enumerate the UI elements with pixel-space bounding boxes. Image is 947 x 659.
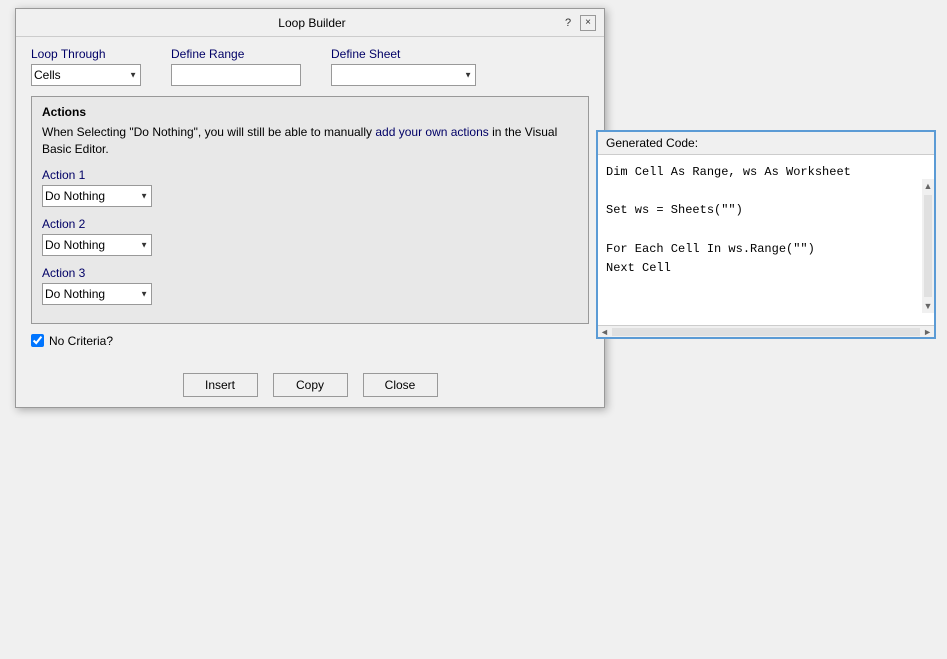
actions-description: When Selecting "Do Nothing", you will st… — [42, 124, 578, 158]
loop-through-select[interactable]: Cells Rows Columns — [31, 64, 141, 86]
define-range-group: Define Range — [171, 47, 301, 86]
close-button-bottom[interactable]: Close — [363, 373, 438, 397]
action2-select[interactable]: Do Nothing Select Cell Copy Cell Delete … — [42, 234, 152, 256]
no-criteria-checkbox[interactable] — [31, 334, 44, 347]
code-wrapper: Dim Cell As Range, ws As Worksheet Set w… — [598, 155, 934, 325]
define-range-label: Define Range — [171, 47, 301, 61]
dialog-titlebar: Loop Builder ? × — [16, 9, 604, 37]
define-sheet-select[interactable] — [331, 64, 476, 86]
insert-button[interactable]: Insert — [183, 373, 258, 397]
dialog-body: Loop Through Cells Rows Columns Define R… — [16, 37, 604, 368]
loop-through-select-wrapper: Cells Rows Columns — [31, 64, 141, 86]
description-highlight: add your own actions — [375, 125, 488, 139]
generated-code-content: Dim Cell As Range, ws As Worksheet Set w… — [598, 155, 934, 325]
action3-select-wrapper: Do Nothing Select Cell Copy Cell Delete … — [42, 283, 152, 305]
scroll-thumb-horizontal[interactable] — [612, 328, 920, 336]
loop-through-label: Loop Through — [31, 47, 141, 61]
actions-title: Actions — [42, 105, 578, 119]
action3-label: Action 3 — [42, 266, 578, 280]
define-range-input[interactable] — [171, 64, 301, 86]
action3-row: Action 3 Do Nothing Select Cell Copy Cel… — [42, 266, 578, 305]
action1-select[interactable]: Do Nothing Select Cell Copy Cell Delete … — [42, 185, 152, 207]
dialog-container: Loop Builder ? × Loop Through Cells Rows… — [15, 8, 605, 408]
define-sheet-select-wrapper — [331, 64, 476, 86]
scroll-thumb-vertical[interactable] — [924, 195, 932, 297]
copy-button[interactable]: Copy — [273, 373, 348, 397]
action3-select[interactable]: Do Nothing Select Cell Copy Cell Delete … — [42, 283, 152, 305]
top-fields-row: Loop Through Cells Rows Columns Define R… — [31, 47, 589, 86]
scroll-left-arrow[interactable]: ◄ — [600, 327, 609, 337]
action2-row: Action 2 Do Nothing Select Cell Copy Cel… — [42, 217, 578, 256]
scroll-up-arrow[interactable]: ▲ — [922, 179, 935, 193]
define-sheet-label: Define Sheet — [331, 47, 476, 61]
action2-select-wrapper: Do Nothing Select Cell Copy Cell Delete … — [42, 234, 152, 256]
no-criteria-row: No Criteria? — [31, 334, 589, 348]
generated-code-header: Generated Code: — [598, 132, 934, 155]
scroll-right-arrow[interactable]: ► — [923, 327, 932, 337]
description-text1: When Selecting "Do Nothing", you will st… — [42, 125, 375, 139]
define-sheet-group: Define Sheet — [331, 47, 476, 86]
horizontal-scrollbar: ◄ ► — [598, 325, 934, 337]
dialog-controls: ? × — [560, 15, 596, 31]
action1-row: Action 1 Do Nothing Select Cell Copy Cel… — [42, 168, 578, 207]
generated-code-text: Dim Cell As Range, ws As Worksheet Set w… — [598, 155, 934, 325]
action2-label: Action 2 — [42, 217, 578, 231]
action1-select-wrapper: Do Nothing Select Cell Copy Cell Delete … — [42, 185, 152, 207]
loop-through-group: Loop Through Cells Rows Columns — [31, 47, 141, 86]
help-button[interactable]: ? — [560, 15, 576, 31]
actions-section: Actions When Selecting "Do Nothing", you… — [31, 96, 589, 324]
bottom-buttons: Insert Copy Close — [16, 368, 604, 407]
loop-builder-dialog: Loop Builder ? × Loop Through Cells Rows… — [15, 8, 605, 408]
vertical-scrollbar: ▲ ▼ — [922, 179, 934, 313]
no-criteria-label: No Criteria? — [49, 334, 113, 348]
scroll-down-arrow[interactable]: ▼ — [922, 299, 935, 313]
dialog-title: Loop Builder — [64, 16, 560, 30]
action1-label: Action 1 — [42, 168, 578, 182]
close-button[interactable]: × — [580, 15, 596, 31]
generated-code-panel: Generated Code: Dim Cell As Range, ws As… — [596, 130, 936, 339]
